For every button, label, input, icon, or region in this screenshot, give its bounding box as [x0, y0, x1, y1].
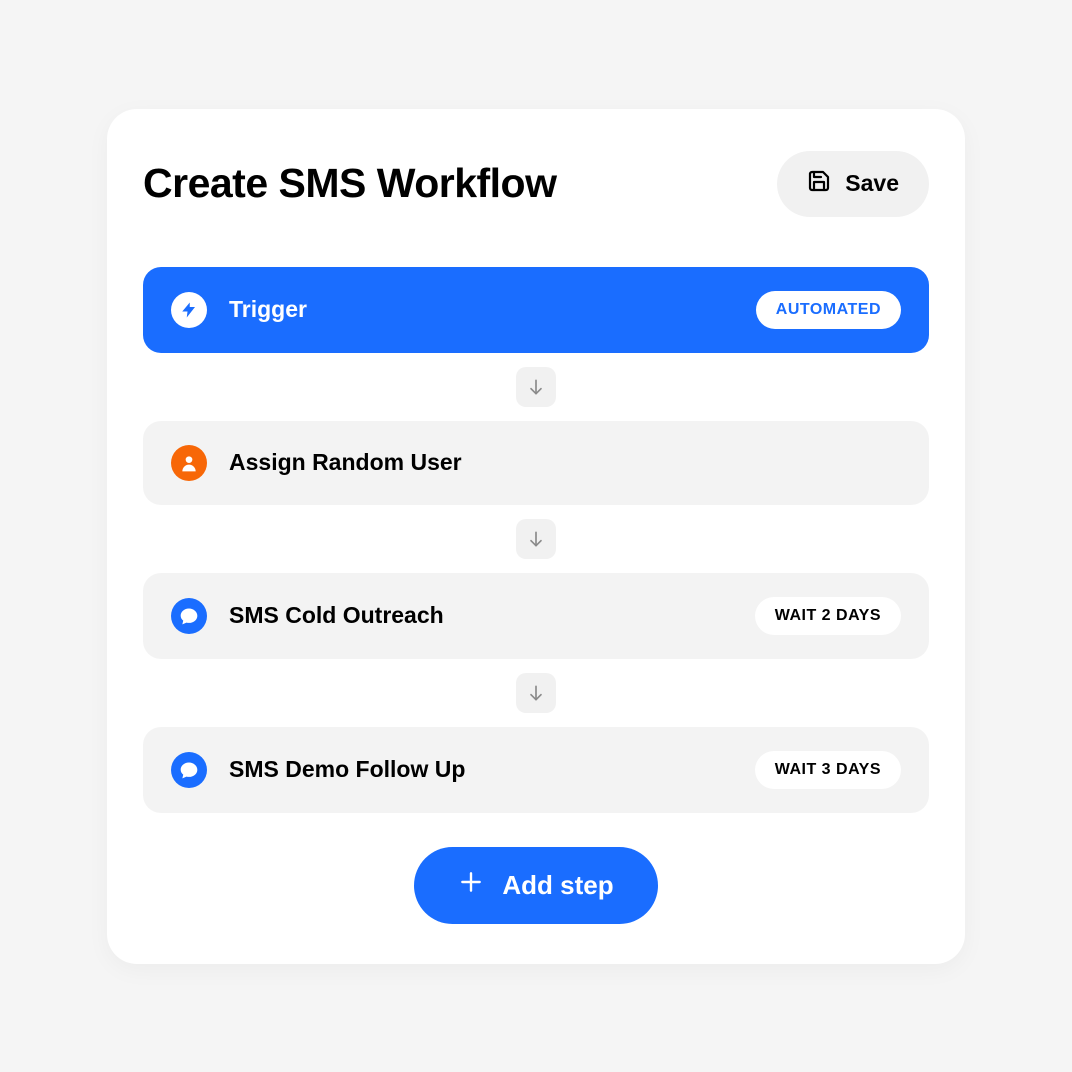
step-trigger[interactable]: Trigger AUTOMATED: [143, 267, 929, 353]
workflow-card: Create SMS Workflow Save Trigger AUTOMAT…: [107, 109, 965, 964]
step-demo-followup[interactable]: SMS Demo Follow Up WAIT 3 DAYS: [143, 727, 929, 813]
user-icon: [171, 445, 207, 481]
step-label: Trigger: [229, 296, 307, 323]
plus-icon: [458, 869, 484, 902]
page-title: Create SMS Workflow: [143, 160, 557, 207]
chat-icon: [171, 598, 207, 634]
save-icon: [807, 169, 831, 199]
step-label: SMS Demo Follow Up: [229, 756, 465, 783]
arrow-down-icon: [516, 519, 556, 559]
step-label: SMS Cold Outreach: [229, 602, 444, 629]
step-cold-outreach[interactable]: SMS Cold Outreach WAIT 2 DAYS: [143, 573, 929, 659]
header: Create SMS Workflow Save: [143, 151, 929, 217]
add-step-label: Add step: [502, 870, 613, 901]
chat-icon: [171, 752, 207, 788]
add-step-button[interactable]: Add step: [414, 847, 657, 924]
arrow-down-icon: [516, 367, 556, 407]
arrow-down-icon: [516, 673, 556, 713]
badge-wait: WAIT 3 DAYS: [755, 751, 901, 789]
bolt-icon: [171, 292, 207, 328]
step-label: Assign Random User: [229, 449, 462, 476]
save-button[interactable]: Save: [777, 151, 929, 217]
badge-wait: WAIT 2 DAYS: [755, 597, 901, 635]
save-label: Save: [845, 170, 899, 197]
badge-automated: AUTOMATED: [756, 291, 901, 329]
step-assign[interactable]: Assign Random User: [143, 421, 929, 505]
